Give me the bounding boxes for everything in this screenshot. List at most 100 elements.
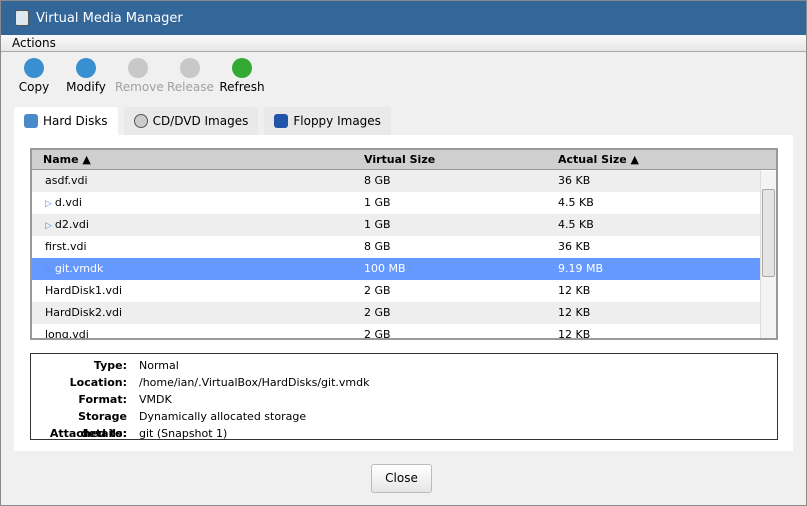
tab-label: Hard Disks — [43, 114, 108, 128]
column-header-actual-size[interactable]: Actual Size ▲ — [558, 150, 776, 169]
cell-actual-size: 36 KB — [558, 174, 591, 187]
menu-bar: Actions — [1, 35, 806, 52]
cell-virtual-size: 1 GB — [364, 218, 391, 231]
cell-virtual-size: 2 GB — [364, 284, 391, 297]
detail-value: /home/ian/.VirtualBox/HardDisks/git.vmdk — [139, 376, 370, 389]
detail-value: git (Snapshot 1) — [139, 427, 228, 440]
table-row[interactable]: long.vdi 2 GB 12 KB — [32, 324, 761, 340]
details-pane: Type: Normal Location: /home/ian/.VirtualBo… — [30, 353, 778, 440]
detail-label: Storage details: — [78, 410, 127, 440]
close-button[interactable]: Close — [371, 464, 432, 493]
toolbar: Copy Modify Remove Release Refresh — [1, 52, 806, 100]
button-label: Refresh — [219, 80, 265, 94]
copy-button[interactable]: Copy — [11, 58, 57, 100]
cell-name: first.vdi — [32, 236, 364, 258]
name-text: d2.vdi — [54, 218, 89, 231]
cell-virtual-size: 2 GB — [364, 306, 391, 319]
floppy-icon — [274, 114, 289, 128]
cell-name: ▷ d2.vdi — [32, 214, 364, 236]
detail-label: Type: — [93, 359, 127, 372]
table-row[interactable]: asdf.vdi 8 GB 36 KB — [32, 170, 761, 192]
tab-floppy-images[interactable]: Floppy Images — [264, 107, 391, 135]
menu-actions[interactable]: Actions — [12, 36, 56, 50]
refresh-button[interactable]: Refresh — [219, 58, 265, 100]
name-text: git.vmdk — [54, 262, 104, 275]
virtual-media-manager-window: Virtual Media Manager Actions Copy Modify… — [0, 0, 807, 506]
cell-actual-size: 36 KB — [558, 240, 591, 253]
button-label: Release — [167, 80, 214, 94]
cell-actual-size: 12 KB — [558, 328, 591, 340]
cell-name: ▷ git.vmdk — [32, 258, 364, 280]
expand-arrow-icon[interactable]: ▷ — [45, 199, 52, 209]
table-row[interactable]: ▷ d.vdi 1 GB 4.5 KB — [32, 192, 761, 214]
tab-label: Floppy Images — [293, 114, 381, 128]
tab-panel: Name ▲ Virtual Size Actual Size ▲ asdf.v… — [14, 135, 793, 451]
button-label: Modify — [66, 80, 106, 94]
detail-value: Normal — [139, 359, 179, 372]
detail-label: Attached to: — [49, 427, 127, 440]
cell-virtual-size: 1 GB — [364, 196, 391, 209]
tab-label: CD/DVD Images — [152, 114, 249, 128]
table-row[interactable]: ▷ d2.vdi 1 GB 4.5 KB — [32, 214, 761, 236]
window-title: Virtual Media Manager — [36, 10, 183, 26]
cell-name: HardDisk1.vdi — [32, 280, 364, 302]
name-text: HardDisk1.vdi — [45, 284, 122, 297]
modify-button[interactable]: Modify — [63, 58, 109, 100]
cell-actual-size: 4.5 KB — [558, 218, 594, 231]
name-text: asdf.vdi — [45, 174, 88, 187]
tab-hard-disks[interactable]: Hard Disks — [14, 107, 118, 135]
cell-name: asdf.vdi — [32, 170, 364, 192]
name-text: d.vdi — [54, 196, 82, 209]
remove-button: Remove — [115, 58, 164, 100]
hdd-modify-icon — [76, 58, 96, 78]
button-label: Remove — [115, 80, 164, 94]
detail-row: Type: Normal — [31, 357, 777, 374]
tab-cd-dvd-images[interactable]: CD/DVD Images — [123, 107, 259, 135]
detail-row: Attached to: git (Snapshot 1) — [31, 425, 777, 442]
cell-name: ▷ d.vdi — [32, 192, 364, 214]
table-row[interactable]: first.vdi 8 GB 36 KB — [32, 236, 761, 258]
title-bar: Virtual Media Manager — [1, 1, 806, 35]
detail-row: Format: VMDK — [31, 391, 777, 408]
column-header-name[interactable]: Name ▲ — [32, 150, 364, 169]
hard-disk-table: Name ▲ Virtual Size Actual Size ▲ asdf.v… — [30, 148, 778, 340]
cell-virtual-size: 8 GB — [364, 240, 391, 253]
scrollbar-thumb[interactable] — [762, 189, 775, 277]
detail-label: Format: — [78, 393, 127, 406]
tab-bar: Hard Disks CD/DVD Images Floppy Images — [14, 107, 397, 135]
release-button: Release — [167, 58, 214, 100]
cell-virtual-size: 100 MB — [364, 262, 406, 275]
name-text: HardDisk2.vdi — [45, 306, 122, 319]
column-header-virtual-size[interactable]: Virtual Size — [364, 150, 558, 169]
hdd-remove-icon — [128, 58, 148, 78]
expand-arrow-icon[interactable]: ▷ — [45, 265, 52, 275]
vertical-scrollbar[interactable] — [760, 171, 776, 338]
cell-virtual-size: 8 GB — [364, 174, 391, 187]
detail-value: VMDK — [139, 393, 172, 406]
cell-name: long.vdi — [32, 324, 364, 340]
name-text: first.vdi — [45, 240, 87, 253]
table-row[interactable]: HardDisk1.vdi 2 GB 12 KB — [32, 280, 761, 302]
hard-disk-icon — [24, 114, 38, 128]
hdd-copy-icon — [24, 58, 44, 78]
app-icon — [15, 10, 29, 26]
table-body: asdf.vdi 8 GB 36 KB ▷ d.vdi 1 GB 4.5 KB ▷ d2.vdi… — [32, 170, 776, 340]
name-text: long.vdi — [45, 328, 89, 340]
table-header: Name ▲ Virtual Size Actual Size ▲ — [32, 150, 776, 170]
hdd-release-icon — [180, 58, 200, 78]
cell-actual-size: 12 KB — [558, 306, 591, 319]
detail-row: Storage details: Dynamically allocated st… — [31, 408, 777, 440]
cell-actual-size: 12 KB — [558, 284, 591, 297]
cell-virtual-size: 2 GB — [364, 328, 391, 340]
cell-actual-size: 9.19 MB — [558, 262, 604, 275]
detail-value: Dynamically allocated storage — [139, 410, 307, 423]
cell-name: HardDisk2.vdi — [32, 302, 364, 324]
detail-label: Location: — [69, 376, 127, 389]
cell-actual-size: 4.5 KB — [558, 196, 594, 209]
expand-arrow-icon[interactable]: ▷ — [45, 221, 52, 231]
table-row[interactable]: HardDisk2.vdi 2 GB 12 KB — [32, 302, 761, 324]
button-label: Copy — [18, 80, 50, 94]
detail-row: Location: /home/ian/.VirtualBox/HardDisks… — [31, 374, 777, 391]
cd-icon — [133, 114, 148, 128]
table-row[interactable]: ▷ git.vmdk 100 MB 9.19 MB — [32, 258, 761, 280]
